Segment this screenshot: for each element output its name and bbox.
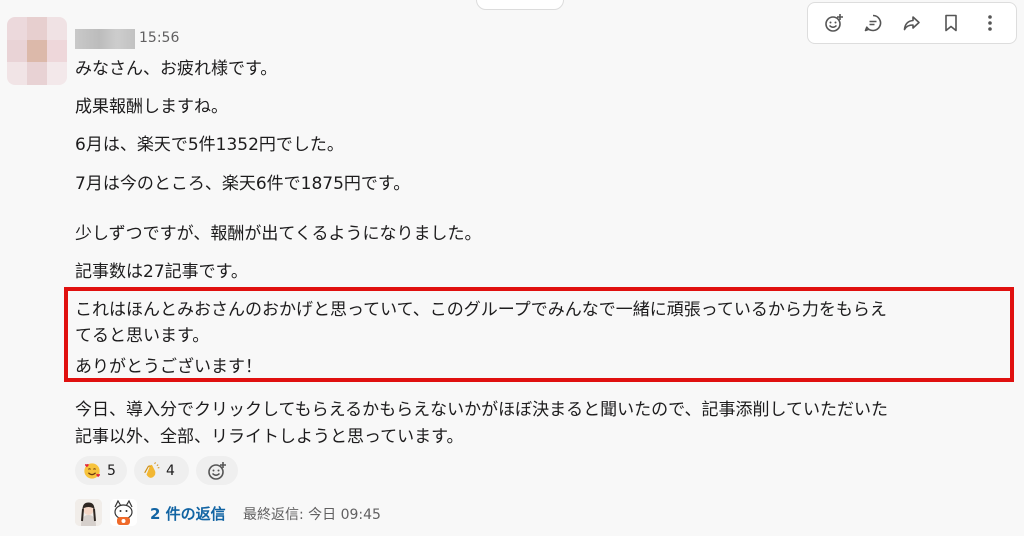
reaction-count: 4 bbox=[166, 462, 175, 479]
message-line: 記事数は27記事です。 bbox=[75, 262, 248, 282]
reaction-count: 5 bbox=[107, 462, 116, 479]
avatar-pixel bbox=[7, 17, 27, 40]
message-line: てると思います。 bbox=[75, 326, 210, 346]
add-reaction-button[interactable] bbox=[196, 456, 238, 485]
reply-avatar[interactable] bbox=[75, 499, 102, 526]
bookmark-icon bbox=[945, 14, 957, 32]
bookmark-button[interactable] bbox=[935, 7, 967, 39]
avatar-pixel bbox=[47, 62, 67, 85]
smiling-face-with-hearts-icon bbox=[84, 462, 100, 479]
top-edge-tab bbox=[476, 0, 564, 10]
add-reaction-icon bbox=[824, 14, 843, 32]
cartoon-character-icon bbox=[110, 499, 137, 526]
avatar-pixel bbox=[27, 17, 47, 40]
person-illustration-icon bbox=[75, 499, 102, 526]
message-line: 6月は、楽天で5件1352円でした。 bbox=[75, 135, 344, 155]
reply-in-thread-icon bbox=[864, 14, 882, 32]
redacted-username[interactable] bbox=[75, 29, 135, 49]
message-line: これはほんとみおさんのおかげと思っていて、このグループでみんなで一緒に頑張ってい… bbox=[75, 300, 887, 320]
avatar-pixel bbox=[47, 39, 67, 63]
reaction-smiling-face-with-hearts[interactable]: 5 bbox=[75, 456, 127, 485]
avatar-pixel bbox=[27, 39, 47, 63]
message-line: 7月は今のところ、楽天6件で1875円です。 bbox=[75, 174, 411, 194]
clapping-hands-icon bbox=[144, 461, 160, 478]
thread-last-reply-time: 最終返信: 今日 09:45 bbox=[243, 507, 381, 523]
reaction-clapping-hands[interactable]: 4 bbox=[134, 456, 189, 485]
more-actions-button[interactable] bbox=[974, 7, 1006, 39]
share-icon bbox=[903, 16, 920, 31]
message-actions-toolbar bbox=[807, 2, 1017, 44]
more-actions-icon bbox=[988, 15, 993, 31]
message-line: 成果報酬しますね。 bbox=[75, 97, 228, 117]
message-line: みなさん、お疲れ様です。 bbox=[75, 59, 278, 79]
avatar-pixel bbox=[7, 39, 27, 63]
share-button[interactable] bbox=[896, 7, 928, 39]
avatar[interactable] bbox=[7, 17, 67, 85]
message-line: 記事以外、全部、リライトしようと思っています。 bbox=[75, 427, 464, 447]
reply-in-thread-button[interactable] bbox=[857, 7, 889, 39]
add-reaction-button[interactable] bbox=[818, 7, 850, 39]
avatar-pixel bbox=[27, 62, 47, 85]
thread-reply-count-link[interactable]: 2 件の返信 bbox=[150, 503, 226, 524]
message-timestamp[interactable]: 15:56 bbox=[139, 30, 179, 46]
add-reaction-icon bbox=[208, 461, 226, 480]
avatar-pixel bbox=[7, 62, 27, 85]
reply-avatar[interactable] bbox=[110, 499, 137, 526]
message-line: ありがとうございます！ bbox=[75, 357, 262, 377]
message-line: 今日、導入分でクリックしてもらえるかもらえないかがほぼ決まると聞いたので、記事添… bbox=[75, 400, 888, 420]
message-line: 少しずつですが、報酬が出てくるようになりました。 bbox=[75, 224, 482, 244]
avatar-pixel bbox=[47, 17, 67, 40]
